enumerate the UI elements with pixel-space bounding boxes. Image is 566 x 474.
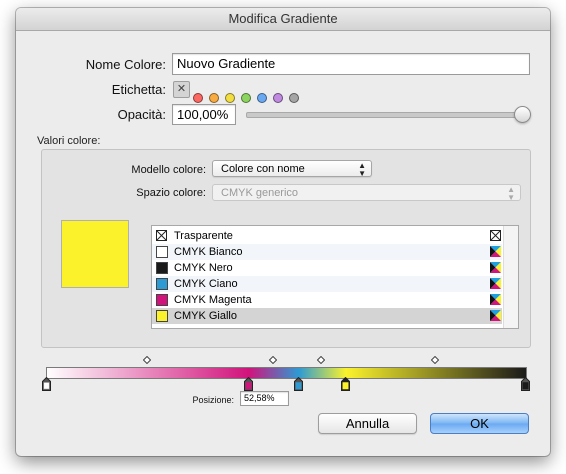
midpoint-marker[interactable]: [268, 356, 277, 364]
gradient-stop[interactable]: [521, 377, 530, 391]
gradient-stop[interactable]: [341, 377, 351, 391]
opacity-field[interactable]: 100,00%: [172, 104, 236, 125]
tag-color-dot[interactable]: [225, 93, 235, 103]
opacity-slider-track[interactable]: [246, 112, 524, 118]
swatch-row[interactable]: CMYK Nero: [152, 260, 502, 276]
swatch-row[interactable]: Trasparente: [152, 228, 502, 244]
transparent-mode-icon: [490, 230, 501, 241]
gradient-bar[interactable]: [46, 367, 527, 379]
color-space-label: Spazio colore:: [136, 187, 206, 199]
color-preview-swatch: [61, 220, 129, 288]
tag-color-dot[interactable]: [209, 93, 219, 103]
color-space-value: CMYK generico: [221, 187, 299, 199]
opacity-slider-knob[interactable]: [514, 106, 531, 123]
swatch-row[interactable]: CMYK Bianco: [152, 244, 502, 260]
cmyk-mode-icon: [490, 278, 501, 289]
color-swatch: [156, 310, 168, 322]
position-field[interactable]: 52,58%: [240, 391, 289, 406]
tag-color-dot[interactable]: [241, 93, 251, 103]
gradient-stop[interactable]: [42, 377, 51, 391]
color-model-label: Modello colore:: [131, 164, 206, 176]
swatch-name: CMYK Magenta: [174, 294, 252, 306]
gradient-stop[interactable]: [243, 377, 253, 391]
popup-arrows-icon: ▲ ▼: [507, 185, 515, 202]
color-space-popup[interactable]: CMYK generico ▲ ▼: [212, 184, 521, 202]
tag-color-dot[interactable]: [273, 93, 283, 103]
color-swatch: [156, 294, 168, 306]
ok-button[interactable]: OK: [430, 413, 529, 434]
color-model-popup[interactable]: Colore con nome ▲ ▼: [212, 160, 372, 178]
color-swatch: [156, 246, 168, 258]
gradient-stop[interactable]: [293, 377, 303, 391]
midpoint-marker[interactable]: [142, 356, 151, 364]
tag-color-dot[interactable]: [257, 93, 267, 103]
no-tag-button[interactable]: ✕: [173, 81, 190, 98]
swatch-name: Trasparente: [174, 230, 233, 242]
tag-color-dot[interactable]: [193, 93, 203, 103]
window-title: Modifica Gradiente: [16, 8, 550, 31]
swatch-name: CMYK Ciano: [174, 278, 238, 290]
name-field[interactable]: Nuovo Gradiente: [172, 53, 530, 75]
swatch-row[interactable]: CMYK Magenta: [152, 292, 502, 308]
cmyk-mode-icon: [490, 294, 501, 305]
transparent-swatch-icon: [156, 230, 167, 241]
swatch-name: CMYK Giallo: [174, 310, 237, 322]
color-swatch: [156, 262, 168, 274]
color-values-label: Valori colore:: [37, 135, 101, 147]
swatch-row[interactable]: CMYK Ciano: [152, 276, 502, 292]
swatch-name: CMYK Bianco: [174, 246, 243, 258]
name-label: Nome Colore:: [85, 57, 166, 72]
position-label: Posizione:: [192, 395, 234, 405]
tag-label: Etichetta:: [111, 82, 166, 97]
cmyk-mode-icon: [490, 310, 501, 321]
midpoint-marker[interactable]: [317, 356, 326, 364]
midpoint-marker[interactable]: [431, 356, 440, 364]
cmyk-mode-icon: [490, 262, 501, 273]
swatch-name: CMYK Nero: [174, 262, 233, 274]
tag-color-dot[interactable]: [289, 93, 299, 103]
gradient-editor-dialog: Modifica Gradiente Nome Colore: Nuovo Gr…: [16, 8, 550, 456]
cmyk-mode-icon: [490, 246, 501, 257]
swatch-row[interactable]: CMYK Giallo: [152, 308, 502, 324]
swatch-list[interactable]: Trasparente CMYK Bianco CMYK Nero CMYK Cian…: [151, 225, 519, 329]
opacity-label: Opacità:: [117, 107, 166, 122]
list-scrollbar[interactable]: [503, 226, 518, 328]
color-swatch: [156, 278, 168, 290]
color-model-value: Colore con nome: [221, 163, 305, 175]
popup-arrows-icon: ▲ ▼: [358, 161, 366, 178]
cancel-button[interactable]: Annulla: [318, 413, 417, 434]
